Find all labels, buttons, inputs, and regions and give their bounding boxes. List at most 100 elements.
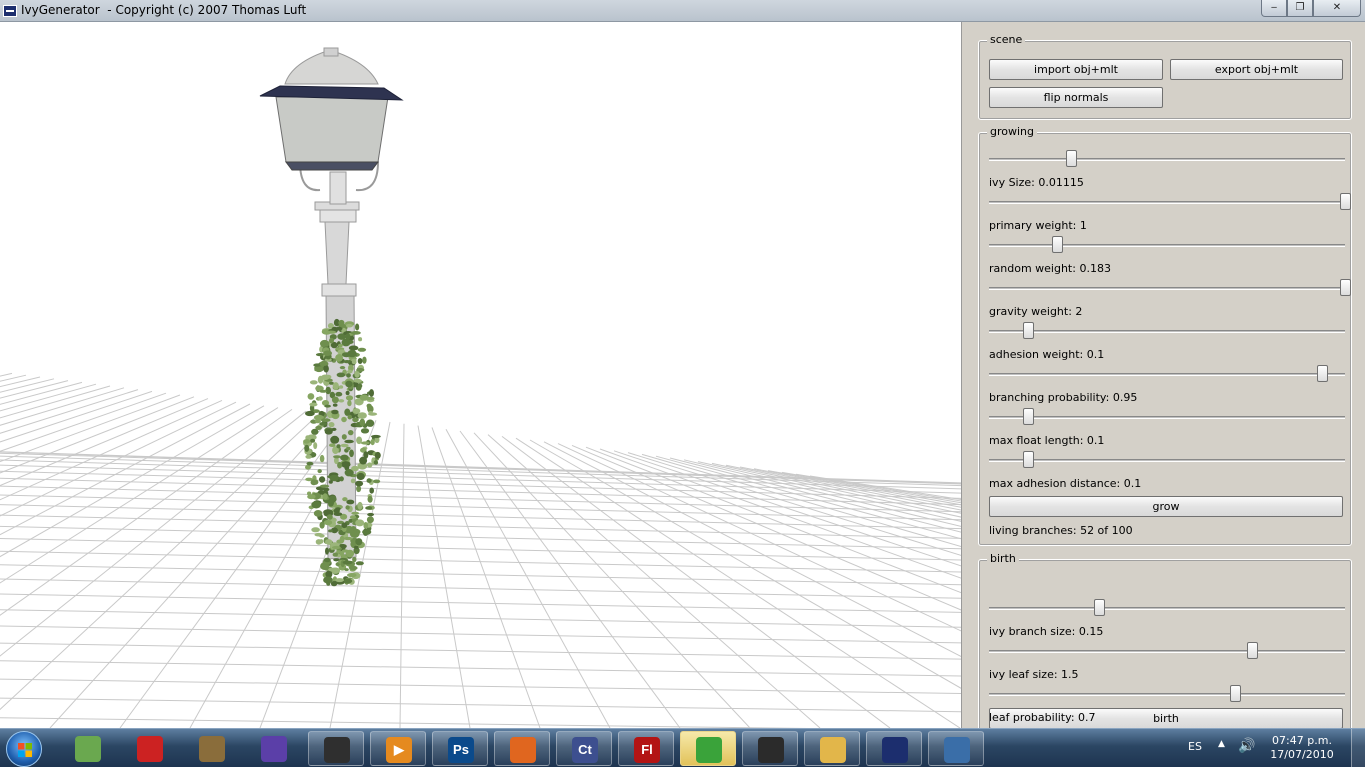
- show-hidden-icons-icon[interactable]: ▲: [1218, 739, 1225, 749]
- firefox-icon: [510, 737, 536, 763]
- growing-slider-label: primary weight: 1: [989, 219, 1087, 232]
- flip-normals-button[interactable]: flip normals: [989, 87, 1163, 108]
- slider-track[interactable]: [989, 158, 1345, 161]
- app-icon: [3, 5, 17, 17]
- taskbar-button[interactable]: [742, 731, 798, 766]
- clock-time: 07:47 p.m.: [1272, 734, 1332, 747]
- birth-group: birth birth ivy branch size: 0.15 ivy lea…: [978, 552, 1352, 728]
- taskbar-button[interactable]: Ct: [556, 731, 612, 766]
- clock-date: 17/07/2010: [1270, 748, 1334, 761]
- growing-group: growing grow living branches: 52 of 100 …: [978, 125, 1352, 546]
- growing-group-title: growing: [987, 125, 1037, 138]
- taskbar-button[interactable]: [680, 731, 736, 766]
- grow-button[interactable]: grow: [989, 496, 1343, 517]
- sphere-app-icon: [75, 736, 101, 762]
- growing-slider-label: adhesion weight: 0.1: [989, 348, 1105, 361]
- slider-thumb[interactable]: [1316, 365, 1328, 382]
- taskbar: ▶ Ps Ct Fl ES ▲ 🔊 07:47 p.m. 17/07/2010: [0, 728, 1365, 767]
- taskbar-button[interactable]: [494, 731, 550, 766]
- growing-slider-2[interactable]: [989, 236, 1345, 253]
- windows-logo-icon: [18, 743, 32, 757]
- slider-track[interactable]: [989, 416, 1345, 419]
- growing-slider-0[interactable]: [989, 150, 1345, 167]
- messenger-icon: [696, 737, 722, 763]
- birth-slider-label: leaf probability: 0.7: [989, 711, 1096, 724]
- taskbar-button[interactable]: Ps: [432, 731, 488, 766]
- growing-slider-6[interactable]: [989, 408, 1345, 425]
- growing-slider-7[interactable]: [989, 451, 1345, 468]
- flash-icon: Fl: [634, 737, 660, 763]
- swirl-app-icon: [137, 736, 163, 762]
- maximize-button[interactable]: ❐: [1287, 0, 1313, 17]
- explorer-folder-icon: [820, 737, 846, 763]
- capture-app-icon: [324, 737, 350, 763]
- slider-thumb[interactable]: [1023, 451, 1035, 468]
- ivy-window-icon: [882, 737, 908, 763]
- photoshop-icon: Ps: [448, 737, 474, 763]
- start-button[interactable]: [6, 731, 42, 767]
- taskbar-button[interactable]: [928, 731, 984, 766]
- control-panel: scene import obj+mlt export obj+mlt flip…: [963, 22, 1365, 728]
- growing-slider-5[interactable]: [989, 365, 1345, 382]
- growing-slider-3[interactable]: [989, 279, 1351, 296]
- birth-slider-label: ivy leaf size: 1.5: [989, 668, 1079, 681]
- slider-thumb[interactable]: [1023, 408, 1035, 425]
- taskbar-button[interactable]: ▶: [370, 731, 426, 766]
- clock[interactable]: 07:47 p.m. 17/07/2010: [1268, 734, 1336, 762]
- taskbar-button[interactable]: [122, 731, 178, 766]
- growing-slider-label: max adhesion distance: 0.1: [989, 477, 1142, 490]
- scene-group-title: scene: [987, 33, 1026, 46]
- captivate-icon: Ct: [572, 737, 598, 763]
- birth-slider-1[interactable]: [989, 642, 1345, 659]
- 3d-viewport[interactable]: [0, 22, 962, 728]
- taskbar-button[interactable]: [246, 731, 302, 766]
- sparkle-app-icon: [261, 736, 287, 762]
- minimize-button[interactable]: ‒: [1261, 0, 1287, 17]
- language-indicator[interactable]: ES: [1188, 740, 1202, 753]
- scene-group: scene import obj+mlt export obj+mlt flip…: [978, 33, 1352, 120]
- slider-track[interactable]: [989, 330, 1345, 333]
- slider-thumb[interactable]: [1247, 642, 1259, 659]
- import-obj-button[interactable]: import obj+mlt: [989, 59, 1163, 80]
- slider-thumb[interactable]: [1229, 685, 1241, 702]
- title-bar[interactable]: IvyGenerator - Copyright (c) 2007 Thomas…: [0, 0, 1365, 22]
- birth-slider-2[interactable]: [989, 685, 1345, 702]
- media-player-icon: ▶: [386, 737, 412, 763]
- slider-track[interactable]: [989, 244, 1345, 247]
- scene-render: [0, 47, 961, 728]
- slider-track[interactable]: [989, 459, 1345, 462]
- slider-thumb[interactable]: [1094, 599, 1106, 616]
- slider-track[interactable]: [989, 201, 1345, 204]
- birth-slider-0[interactable]: [989, 599, 1345, 616]
- brush-app-icon: [199, 736, 225, 762]
- slider-thumb[interactable]: [1065, 150, 1077, 167]
- slider-thumb[interactable]: [1340, 279, 1351, 296]
- floor-grid: [0, 372, 961, 728]
- growing-slider-label: gravity weight: 2: [989, 305, 1083, 318]
- xsi-icon: [758, 737, 784, 763]
- growing-slider-label: branching probability: 0.95: [989, 391, 1138, 404]
- show-desktop-button[interactable]: [1351, 729, 1365, 767]
- slider-thumb[interactable]: [1340, 193, 1351, 210]
- taskbar-button[interactable]: [60, 731, 116, 766]
- growing-slider-label: max float length: 0.1: [989, 434, 1105, 447]
- slider-thumb[interactable]: [1051, 236, 1063, 253]
- slider-thumb[interactable]: [1023, 322, 1035, 339]
- taskbar-button[interactable]: [184, 731, 240, 766]
- taskbar-button[interactable]: [804, 731, 860, 766]
- slider-track[interactable]: [989, 607, 1345, 610]
- taskbar-button[interactable]: [308, 731, 364, 766]
- slider-track[interactable]: [989, 287, 1345, 290]
- volume-icon[interactable]: 🔊: [1238, 738, 1255, 754]
- taskbar-button[interactable]: [866, 731, 922, 766]
- close-button[interactable]: ✕: [1313, 0, 1361, 17]
- growing-slider-1[interactable]: [989, 193, 1351, 210]
- growing-slider-4[interactable]: [989, 322, 1345, 339]
- growing-slider-label: random weight: 0.183: [989, 262, 1111, 275]
- taskbar-button[interactable]: Fl: [618, 731, 674, 766]
- slider-track[interactable]: [989, 650, 1345, 653]
- slider-track[interactable]: [989, 373, 1345, 376]
- export-obj-button[interactable]: export obj+mlt: [1170, 59, 1343, 80]
- slider-track[interactable]: [989, 693, 1345, 696]
- window-title: IvyGenerator - Copyright (c) 2007 Thomas…: [21, 3, 307, 17]
